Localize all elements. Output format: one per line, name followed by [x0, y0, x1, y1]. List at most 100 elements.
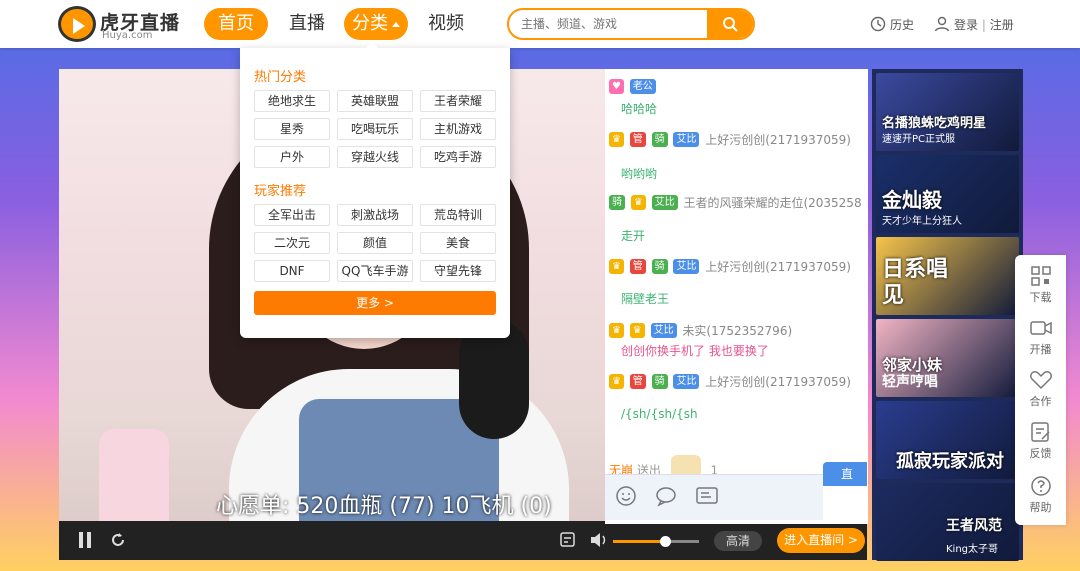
- recommend-card[interactable]: 金灿毅 天才少年上分狂人: [876, 155, 1019, 233]
- nav-home[interactable]: 首页: [204, 8, 268, 40]
- recommend-category-title: 玩家推荐: [254, 184, 307, 199]
- recommend-card[interactable]: 王者风范 King太子哥: [876, 483, 1019, 561]
- pause-icon[interactable]: [77, 531, 93, 549]
- category-item[interactable]: 英雄联盟: [337, 90, 413, 112]
- refresh-icon[interactable]: [109, 531, 127, 549]
- guard-badge: 骑: [609, 195, 625, 210]
- history-label: 历史: [890, 18, 915, 32]
- category-item[interactable]: 主机游戏: [420, 118, 496, 140]
- category-item[interactable]: 刺激战场: [337, 204, 413, 226]
- side-tab[interactable]: 直: [823, 462, 867, 486]
- category-item[interactable]: DNF: [254, 260, 330, 282]
- category-item[interactable]: QQ飞车手游: [337, 260, 413, 282]
- barrage-toggle-icon[interactable]: [559, 531, 577, 549]
- nav-live-label: 直播: [289, 13, 325, 34]
- fan-badge: 艾比: [673, 132, 700, 147]
- download-button[interactable]: 下载: [1015, 265, 1066, 305]
- category-item[interactable]: 吃鸡手游: [420, 146, 496, 168]
- emoji-icon[interactable]: [615, 485, 637, 507]
- recommend-card[interactable]: 名播狼蛛吃鸡明星 速速开PC正式服: [876, 73, 1019, 151]
- noble-badge: ♛: [629, 323, 645, 338]
- camera-icon: [1029, 321, 1052, 335]
- admin-badge: 管: [629, 132, 646, 147]
- cooperate-button[interactable]: 合作: [1015, 369, 1066, 409]
- category-item[interactable]: 荒岛特训: [420, 204, 496, 226]
- more-categories-button[interactable]: 更多 >: [254, 291, 496, 315]
- recommend-card[interactable]: 日系唱见: [876, 237, 1019, 315]
- caret-up-icon: [392, 21, 400, 27]
- volume-fill: [613, 540, 665, 543]
- handshake-icon: [1029, 371, 1052, 390]
- category-item[interactable]: 绝地求生: [254, 90, 330, 112]
- category-item[interactable]: 王者荣耀: [420, 90, 496, 112]
- nav-video[interactable]: 视频: [414, 8, 478, 40]
- chat-username[interactable]: 上好污创创(2171937059): [705, 260, 851, 274]
- category-item[interactable]: 二次元: [254, 232, 330, 254]
- search-icon: [723, 17, 738, 32]
- recommend-title: 孤寂玩家派对: [896, 451, 1004, 472]
- recommend-subtitle: 速速开PC正式服: [882, 134, 956, 145]
- crown-badge: ♛: [609, 132, 624, 147]
- chat-message: ♛ ♛ 艾比 未实(1752352796): [609, 322, 867, 339]
- register-link[interactable]: 注册: [990, 18, 1014, 32]
- feedback-button[interactable]: 反馈: [1015, 421, 1066, 461]
- category-item[interactable]: 守望先锋: [420, 260, 496, 282]
- chat-username[interactable]: 上好污创创(2171937059): [705, 133, 851, 147]
- chat-username[interactable]: 未实(1752352796): [682, 324, 792, 338]
- crown-badge: ♛: [609, 374, 624, 389]
- recommend-title: 金灿毅: [882, 188, 942, 212]
- start-stream-button[interactable]: 开播: [1015, 317, 1066, 357]
- floating-sidebar: 下载 开播 合作 反馈 帮助: [1015, 255, 1066, 525]
- chat-username[interactable]: 王者的风骚荣耀的走位(2035258: [683, 196, 861, 210]
- enter-room-button[interactable]: 进入直播间 >: [777, 528, 865, 553]
- fan-badge: 艾比: [673, 259, 700, 274]
- chat-username[interactable]: 上好污创创(2171937059): [705, 375, 851, 389]
- recommend-card[interactable]: 邻家小妹 轻声哼唱: [876, 319, 1019, 397]
- crown-badge: ♛: [609, 323, 624, 338]
- dropdown-pointer: [366, 42, 378, 48]
- category-item[interactable]: 吃喝玩乐: [337, 118, 413, 140]
- category-item[interactable]: 户外: [254, 146, 330, 168]
- top-header: 虎牙直播 Huya.com 首页 直播 分类 视频 历史 登录 | 注册: [0, 0, 1080, 48]
- chat-text: /{sh/{sh/{sh: [621, 407, 698, 421]
- login-link[interactable]: 登录: [954, 18, 978, 32]
- chat-message: ♥ 老公: [609, 79, 867, 94]
- chat-bubble-icon[interactable]: [655, 485, 677, 507]
- side-tab-label: 直: [841, 467, 854, 481]
- search-button[interactable]: [707, 10, 753, 38]
- category-item[interactable]: 穿越火线: [337, 146, 413, 168]
- recommend-title: 日系唱见: [882, 257, 949, 308]
- volume-slider[interactable]: [613, 536, 699, 547]
- site-logo[interactable]: 虎牙直播 Huya.com: [58, 6, 188, 42]
- feedback-label: 反馈: [1029, 447, 1052, 460]
- help-label: 帮助: [1029, 501, 1052, 514]
- download-label: 下载: [1029, 291, 1052, 304]
- recommend-card[interactable]: 孤寂玩家派对: [876, 401, 1019, 479]
- qrcode-icon: [1030, 266, 1051, 286]
- chat-message: 骑 ♛ 艾比 王者的风骚荣耀的走位(2035258: [609, 194, 867, 211]
- category-item[interactable]: 颜值: [337, 232, 413, 254]
- help-button[interactable]: 帮助: [1015, 475, 1066, 515]
- history-link[interactable]: 历史: [870, 16, 914, 34]
- login-area: 登录 | 注册: [934, 16, 1014, 34]
- nav-live[interactable]: 直播: [275, 8, 339, 40]
- search-input[interactable]: [509, 10, 709, 38]
- nav-category[interactable]: 分类: [344, 8, 408, 40]
- category-item[interactable]: 美食: [420, 232, 496, 254]
- search-box: [507, 8, 755, 40]
- category-item[interactable]: 星秀: [254, 118, 330, 140]
- fan-badge: 艾比: [651, 195, 678, 210]
- category-item[interactable]: 全军出击: [254, 204, 330, 226]
- volume-knob[interactable]: [659, 536, 671, 547]
- volume-icon[interactable]: [589, 531, 609, 549]
- help-icon: [1030, 476, 1051, 496]
- quality-button[interactable]: 高清: [714, 531, 762, 551]
- card-icon[interactable]: [695, 485, 719, 507]
- crown-badge: ♛: [630, 195, 646, 210]
- fan-badge: 艾比: [673, 374, 700, 389]
- nav-home-label: 首页: [218, 13, 254, 34]
- category-dropdown: 热门分类 绝地求生 英雄联盟 王者荣耀 星秀 吃喝玩乐 主机游戏 户外 穿越火线…: [240, 42, 510, 338]
- player-controls: 高清 进入直播间 >: [59, 521, 867, 560]
- admin-badge: 管: [629, 259, 646, 274]
- clock-icon: [870, 16, 886, 32]
